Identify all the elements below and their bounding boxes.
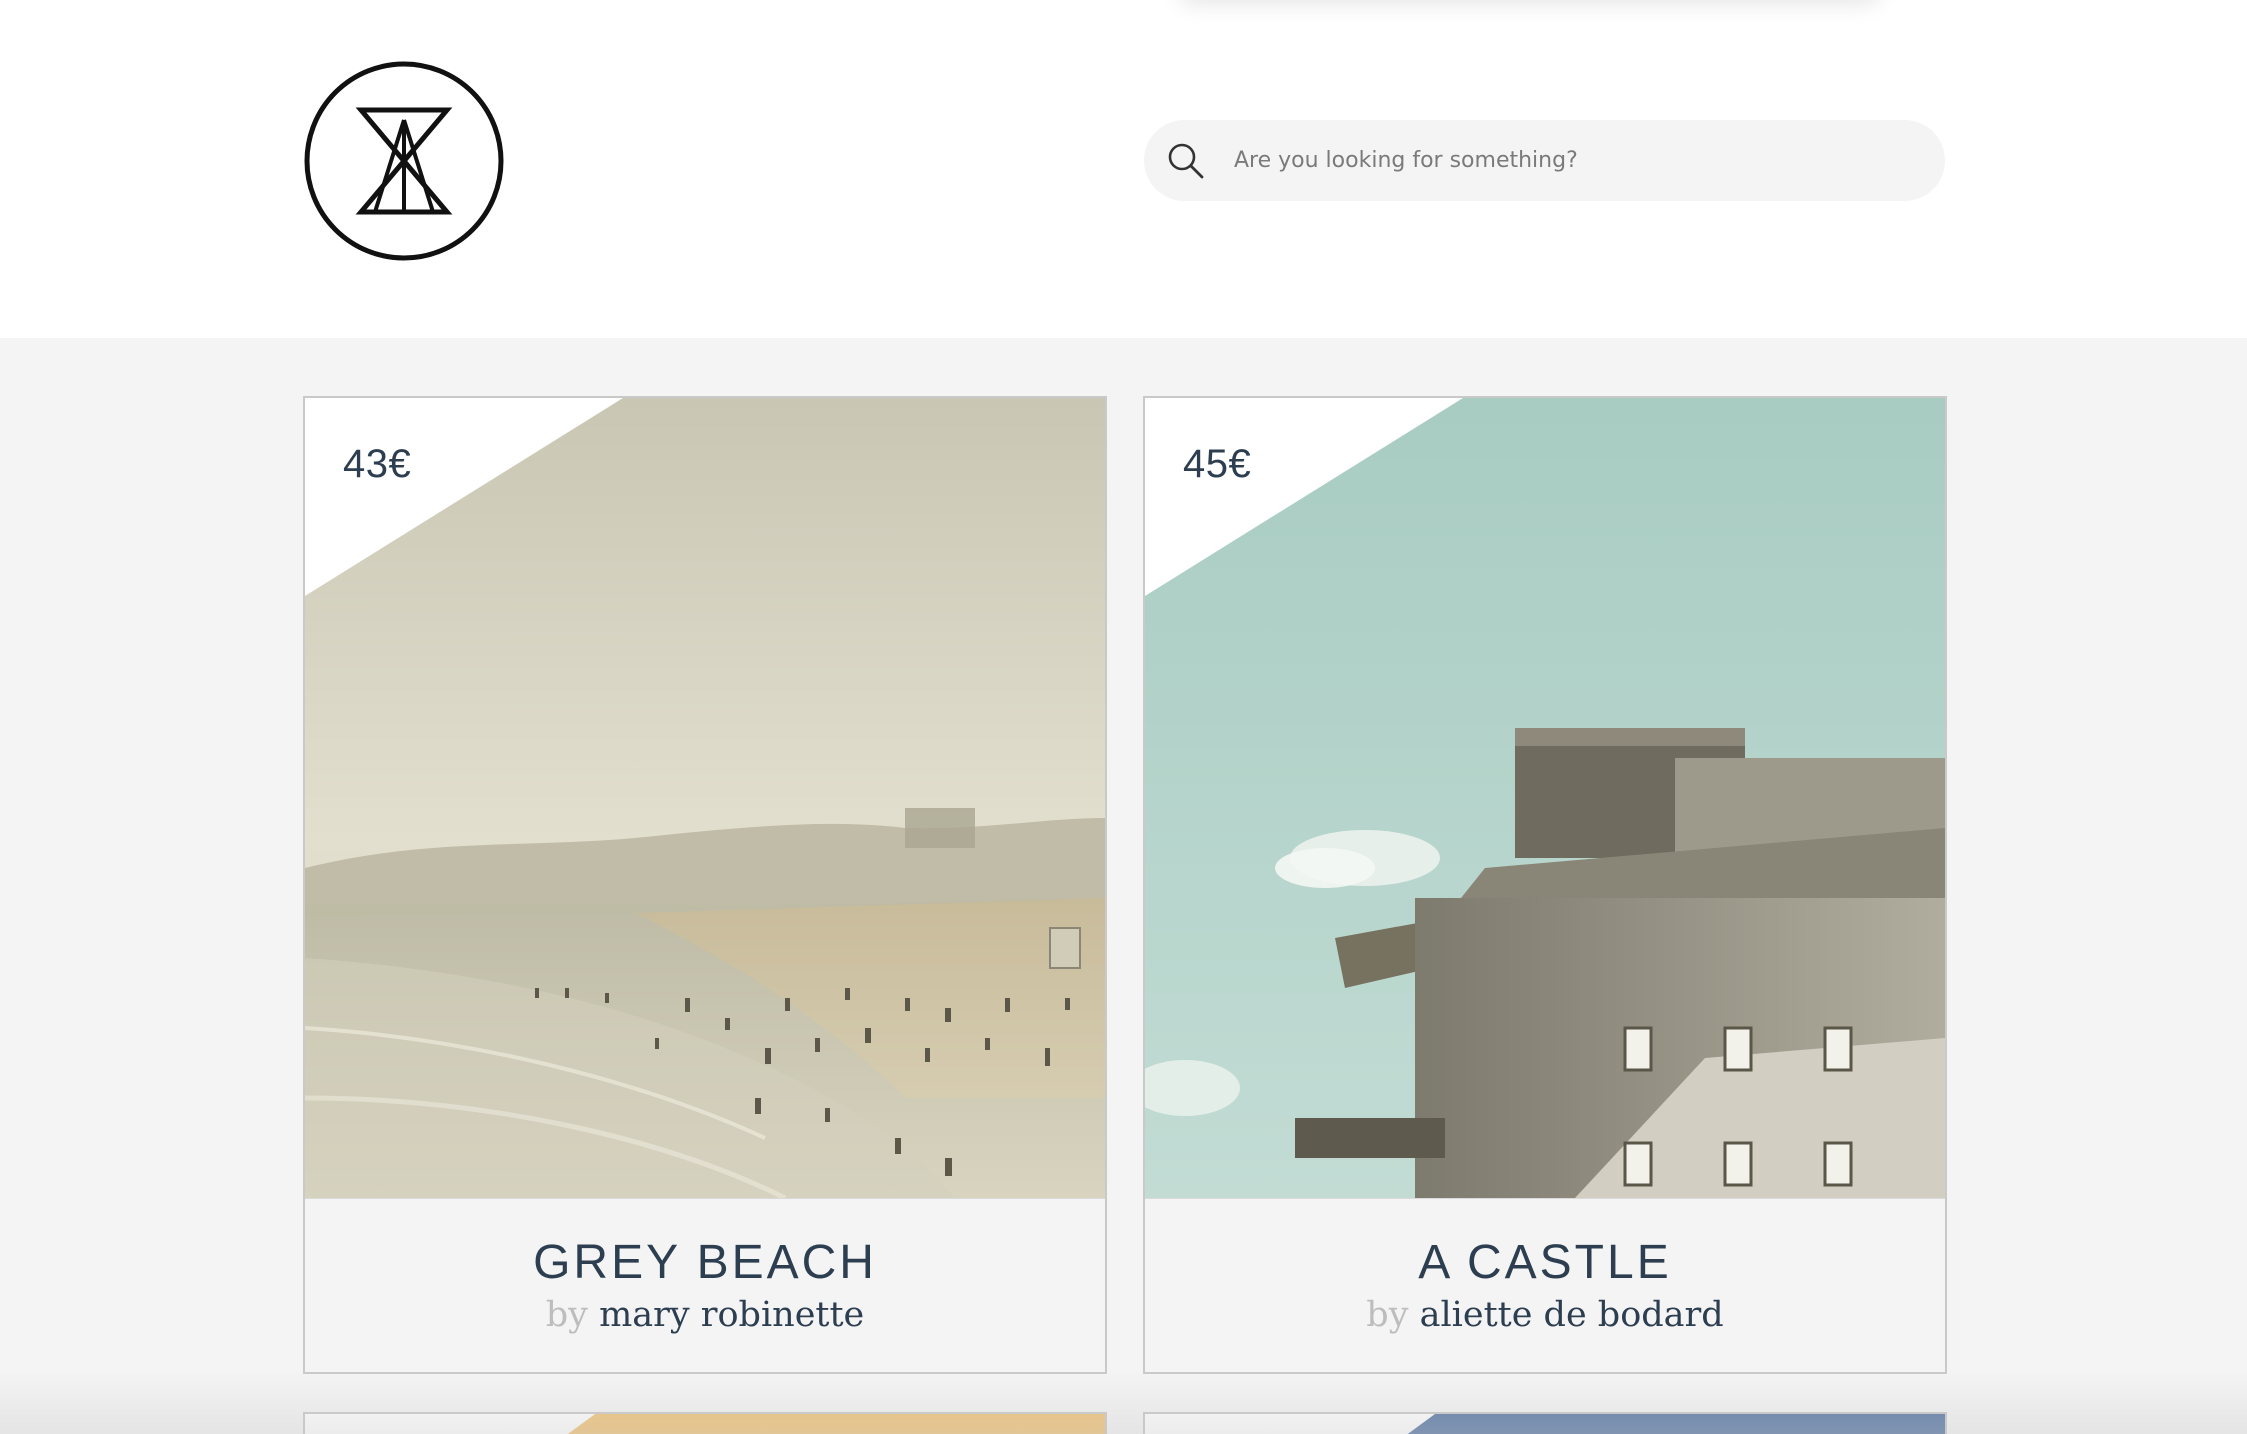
search-bar[interactable]: [1144, 120, 1945, 201]
author-name[interactable]: aliette de bodard: [1420, 1295, 1724, 1335]
site-header: [0, 0, 2247, 338]
grey-beach-photo[interactable]: [305, 398, 1105, 1198]
by-label: by: [545, 1295, 588, 1335]
price-label: 45€: [1183, 442, 1252, 486]
search-icon[interactable]: [1166, 141, 1206, 181]
search-input[interactable]: [1234, 120, 1914, 201]
castle-photo[interactable]: [1145, 398, 1945, 1198]
by-label: by: [1366, 1295, 1409, 1335]
card-caption: GREY BEACH by mary robinette: [305, 1198, 1105, 1372]
card-caption: A CASTLE by aliette de bodard: [1145, 1198, 1945, 1372]
author-name[interactable]: mary robinette: [599, 1295, 864, 1335]
price-label: 43€: [343, 442, 412, 486]
product-card-partial[interactable]: [303, 1412, 1107, 1434]
partial-card-photo: [305, 1414, 1105, 1434]
product-card-grey-beach[interactable]: 43€ GREY BEACH by mary robinette: [303, 396, 1107, 1374]
product-card-partial[interactable]: [1143, 1412, 1947, 1434]
product-author-line: by mary robinette: [305, 1295, 1105, 1335]
product-author-line: by aliette de bodard: [1145, 1295, 1945, 1335]
product-card-a-castle[interactable]: 45€ A CASTLE by aliette de bodard: [1143, 396, 1947, 1374]
partial-card-photo: [1145, 1414, 1945, 1434]
product-title[interactable]: A CASTLE: [1145, 1235, 1945, 1290]
product-title[interactable]: GREY BEACH: [305, 1235, 1105, 1290]
hourglass-logo-icon[interactable]: [303, 60, 505, 262]
